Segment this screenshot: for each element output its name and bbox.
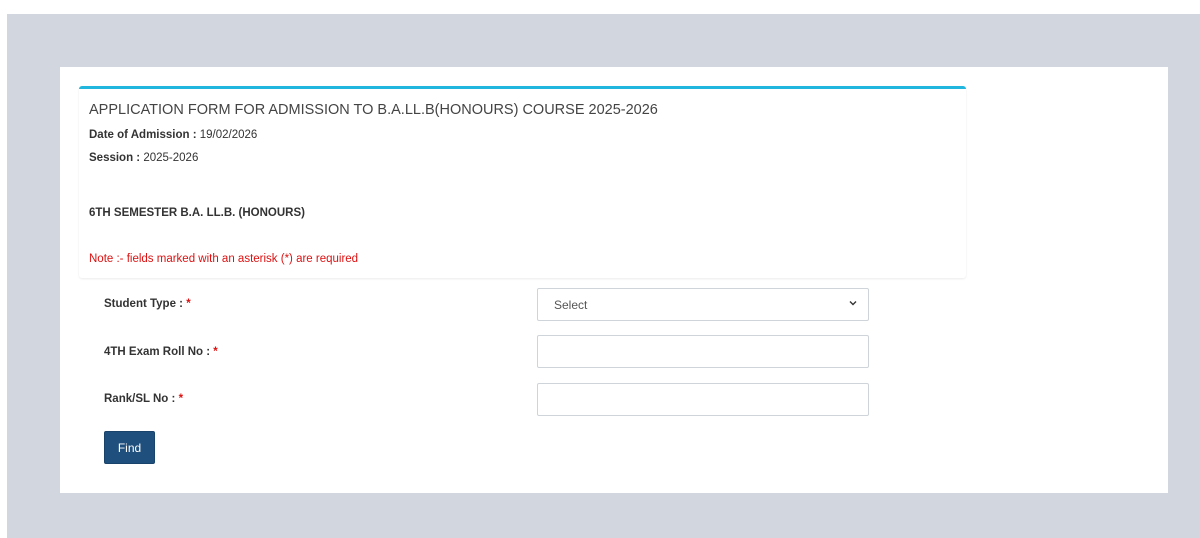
admission-date: Date of Admission : 19/02/2026 xyxy=(89,129,257,141)
session-value: 2025-2026 xyxy=(143,152,199,164)
admission-date-value: 19/02/2026 xyxy=(199,129,258,141)
rank-label-text: Rank/SL No : xyxy=(104,393,176,405)
session-label: Session : xyxy=(89,152,141,164)
semester-heading: 6TH SEMESTER B.A. LL.B. (HONOURS) xyxy=(89,207,305,219)
form-header-card: APPLICATION FORM FOR ADMISSION TO B.A.LL… xyxy=(79,86,966,278)
session: Session : 2025-2026 xyxy=(89,152,198,164)
student-type-selected-value: Select xyxy=(554,297,588,312)
content-panel: APPLICATION FORM FOR ADMISSION TO B.A.LL… xyxy=(60,67,1168,493)
roll-number-input[interactable] xyxy=(537,335,869,368)
roll-number-label-text: 4TH Exam Roll No : xyxy=(104,346,211,358)
student-type-label-text: Student Type : xyxy=(104,298,184,310)
required-asterisk: * xyxy=(213,346,218,358)
rank-input[interactable] xyxy=(537,383,869,416)
admission-date-label: Date of Admission : xyxy=(89,129,197,141)
required-asterisk: * xyxy=(186,298,191,310)
student-type-select[interactable]: Select xyxy=(537,288,869,321)
student-type-label: Student Type : * xyxy=(104,298,191,310)
chevron-down-icon xyxy=(849,301,857,306)
rank-label: Rank/SL No : * xyxy=(104,393,183,405)
roll-number-label: 4TH Exam Roll No : * xyxy=(104,346,218,358)
required-asterisk: * xyxy=(178,393,184,405)
required-note: Note :- fields marked with an asterisk (… xyxy=(89,253,359,265)
find-button[interactable]: Find xyxy=(104,431,155,464)
page-background: APPLICATION FORM FOR ADMISSION TO B.A.LL… xyxy=(7,14,1200,538)
form-title: APPLICATION FORM FOR ADMISSION TO B.A.LL… xyxy=(89,102,658,118)
